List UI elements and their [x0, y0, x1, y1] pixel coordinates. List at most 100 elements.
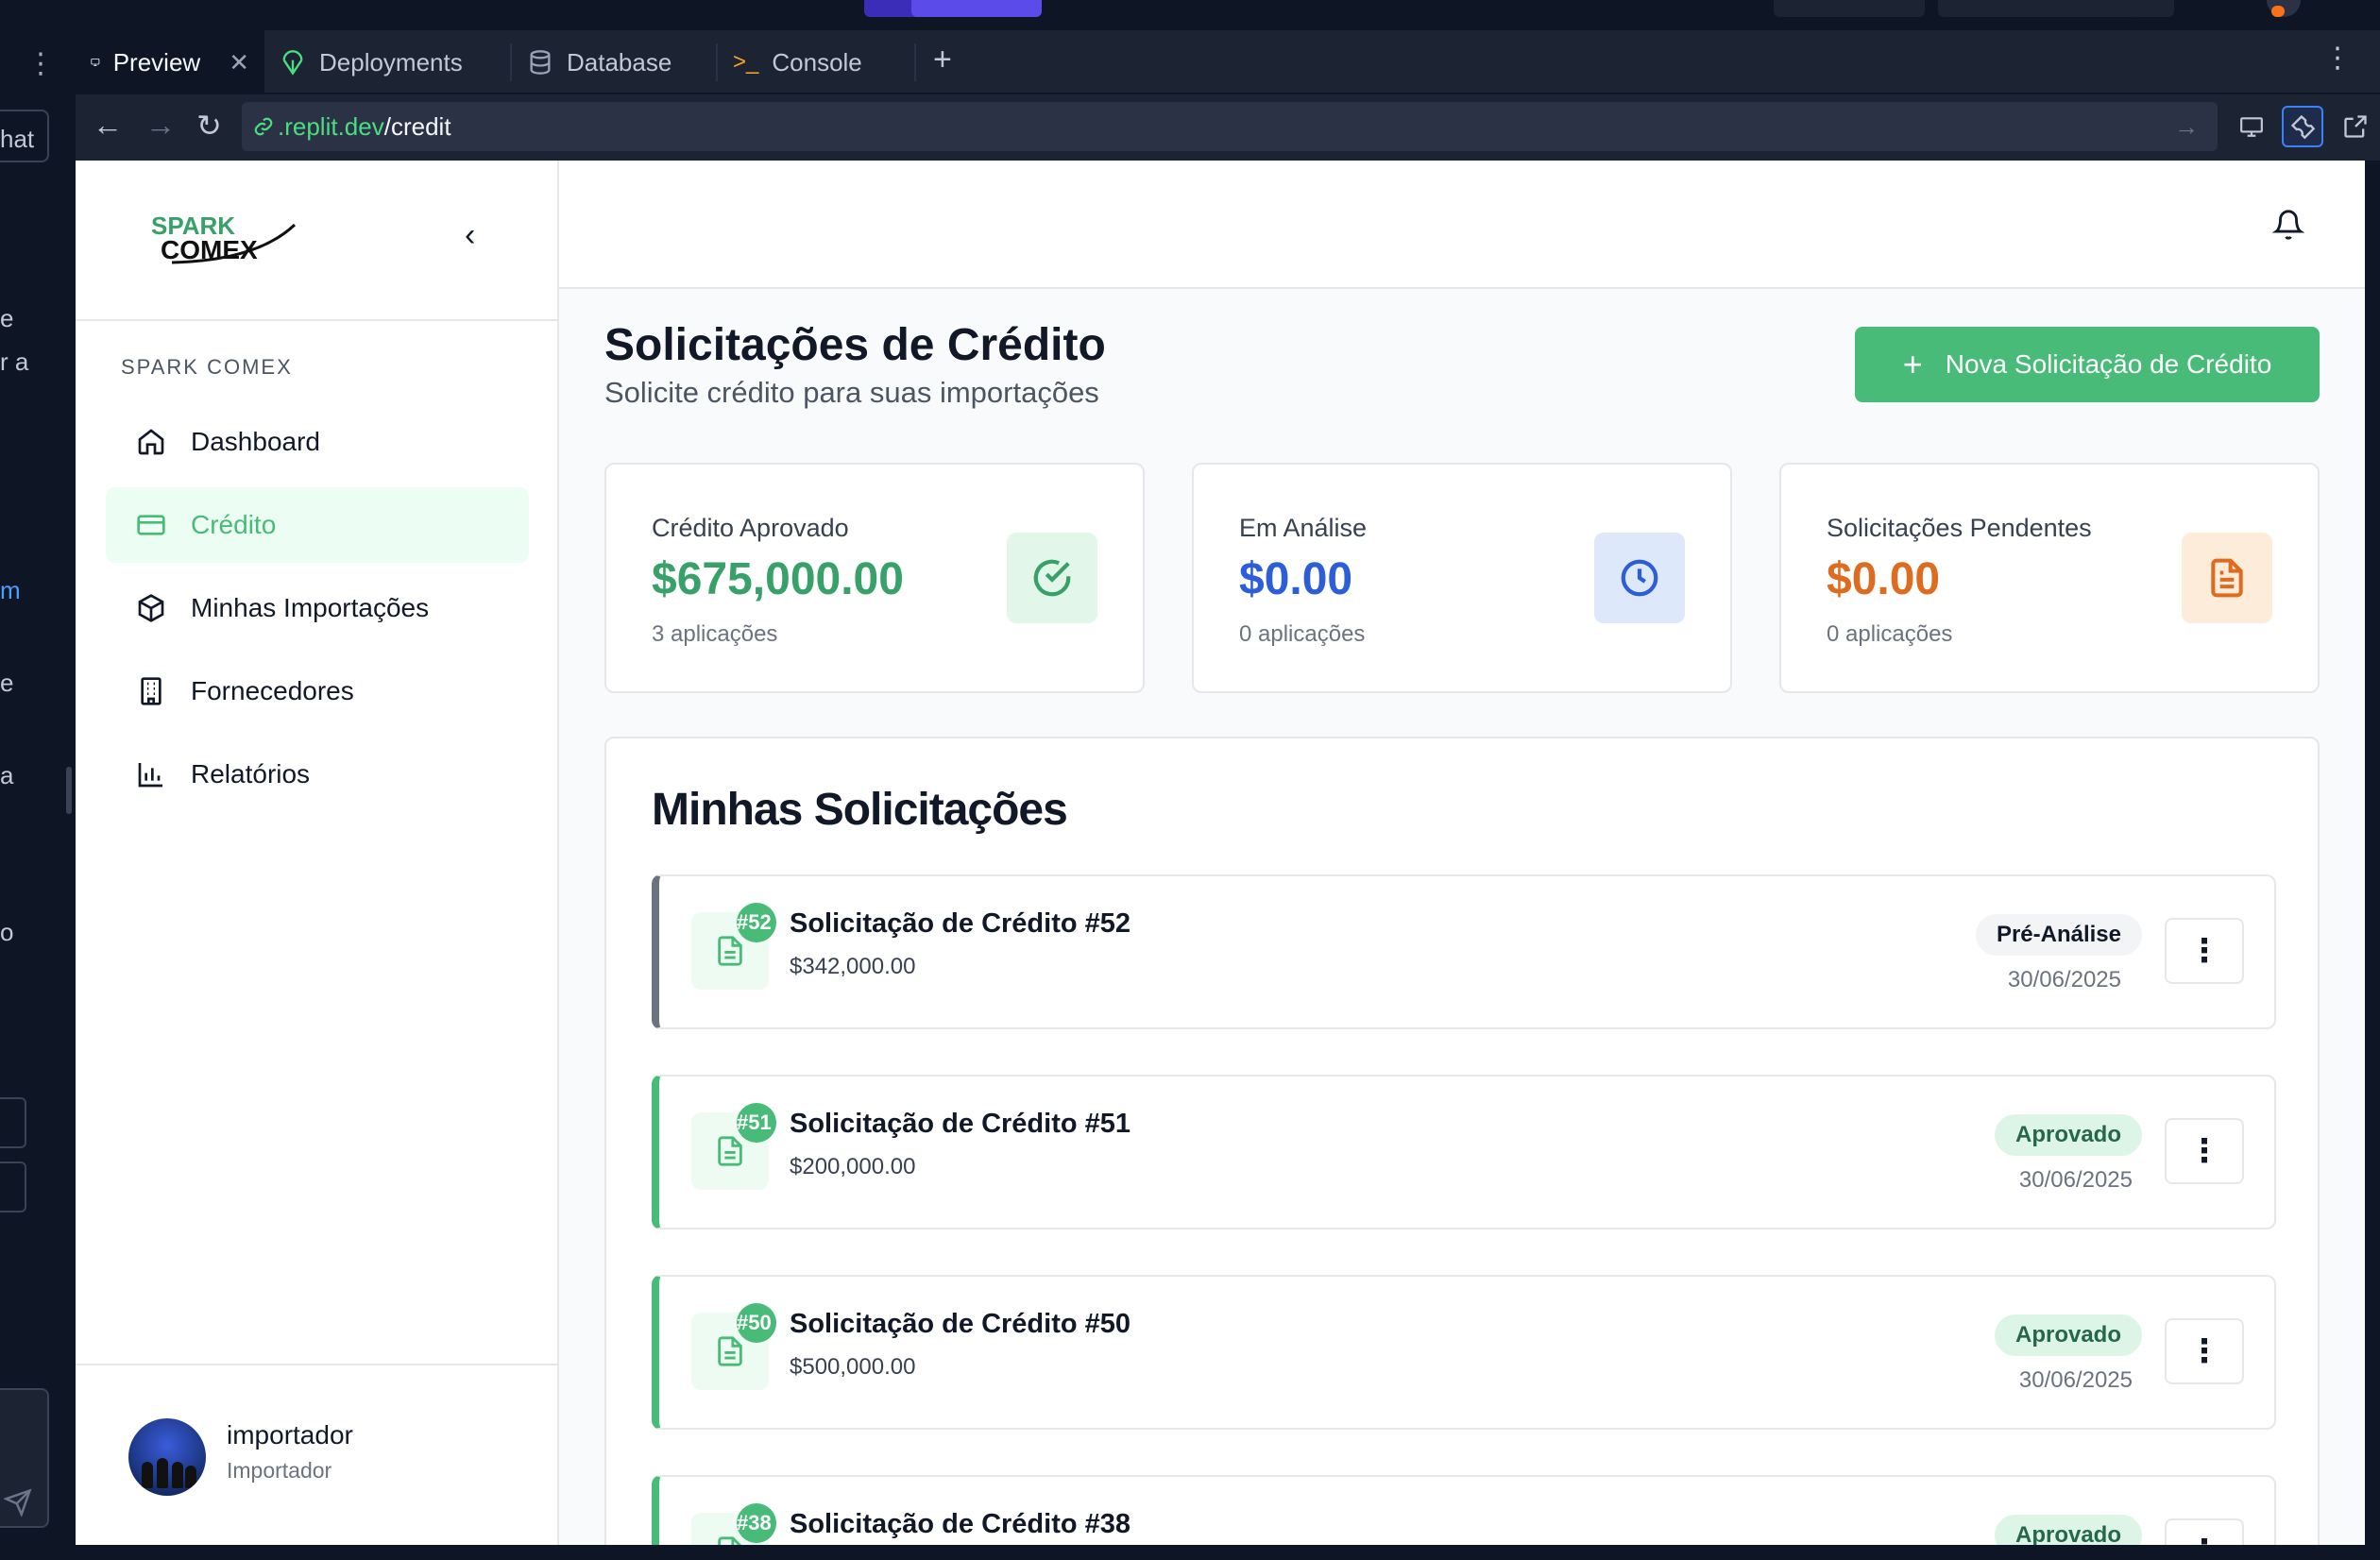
- sidebar: SPARK COMEX ‹ SPARK COMEX Dashboard Créd…: [76, 161, 559, 1545]
- request-title: Solicitação de Crédito #38: [790, 1509, 1131, 1539]
- request-number-badge: #50: [737, 1303, 776, 1343]
- open-new-window-icon[interactable]: [2335, 106, 2376, 147]
- tab-label: Deployments: [319, 47, 463, 76]
- chat-pane-edge: ⋮ hat e r a m e a o: [0, 30, 74, 1560]
- home-icon: [138, 429, 164, 455]
- sidebar-item-label: Fornecedores: [191, 676, 354, 705]
- request-amount: $342,000.00: [790, 954, 916, 979]
- go-arrow-icon[interactable]: →: [2174, 112, 2199, 142]
- chat-input[interactable]: [0, 1388, 49, 1528]
- tab-database[interactable]: Database: [512, 30, 687, 94]
- request-number-badge: #38: [737, 1503, 776, 1543]
- stat-count: 3 aplicações: [652, 621, 778, 647]
- new-credit-request-button[interactable]: + Nova Solicitação de Crédito: [1855, 327, 2320, 402]
- database-icon: [530, 50, 551, 75]
- user-role: Importador: [227, 1458, 332, 1483]
- chat-fragment: a: [0, 761, 14, 789]
- chat-control[interactable]: [0, 1097, 26, 1148]
- send-icon[interactable]: [4, 1488, 32, 1517]
- forward-icon[interactable]: →: [145, 108, 176, 143]
- request-title: Solicitação de Crédito #52: [790, 908, 1131, 939]
- sidebar-section-title: SPARK COMEX: [121, 355, 293, 379]
- close-icon[interactable]: ✕: [229, 48, 249, 77]
- stat-value: $675,000.00: [652, 554, 904, 604]
- request-number-badge: #51: [737, 1103, 776, 1143]
- request-item[interactable]: #50 Solicitação de Crédito #50 $500,000.…: [652, 1275, 2276, 1430]
- request-amount: $200,000.00: [790, 1154, 916, 1179]
- toolbar-control[interactable]: [1938, 0, 2138, 17]
- app-viewport: SPARK COMEX ‹ SPARK COMEX Dashboard Créd…: [76, 161, 2365, 1545]
- tab-deployments[interactable]: Deployments: [264, 30, 478, 94]
- toolbar-control[interactable]: [2131, 0, 2174, 17]
- reload-icon[interactable]: ↻: [196, 108, 222, 144]
- sidebar-item-label: Crédito: [191, 510, 277, 539]
- toolbar-control[interactable]: [1774, 0, 1925, 17]
- sidebar-item-label: Dashboard: [191, 427, 320, 456]
- more-options-button[interactable]: ⋮: [2165, 1118, 2244, 1184]
- request-item[interactable]: #38 Solicitação de Crédito #38 Aprovado …: [652, 1475, 2276, 1545]
- user-name: importador: [227, 1420, 353, 1450]
- chat-tab-button[interactable]: hat: [0, 110, 49, 162]
- pane-resize-handle[interactable]: [66, 767, 72, 814]
- request-date: 30/06/2025: [2018, 1367, 2133, 1393]
- ide-top-strip: [0, 0, 2380, 30]
- request-title: Solicitação de Crédito #51: [790, 1109, 1131, 1139]
- more-options-button[interactable]: ⋮: [2165, 918, 2244, 984]
- avatar[interactable]: [128, 1418, 206, 1496]
- tab-label: Preview: [112, 47, 201, 76]
- package-icon: [138, 594, 164, 622]
- requests-title: Minhas Solicitações: [652, 785, 1068, 835]
- sidebar-item-dashboard[interactable]: Dashboard: [106, 404, 529, 480]
- chat-fragment: hat: [0, 125, 35, 153]
- chat-control[interactable]: [0, 1162, 26, 1212]
- chat-fragment: r a: [0, 348, 29, 376]
- stat-value: $0.00: [1239, 554, 1353, 604]
- url-input[interactable]: .replit.dev/credit →: [242, 102, 2218, 151]
- devtools-wrench-icon[interactable]: [2282, 106, 2323, 147]
- user-profile[interactable]: importador Importador: [76, 1364, 559, 1545]
- stat-count: 0 aplicações: [1239, 621, 1366, 647]
- request-date: 30/06/2025: [2018, 1167, 2133, 1193]
- credit-card-icon: [137, 515, 165, 535]
- url-path: /credit: [383, 111, 451, 141]
- notification-dot: [2271, 6, 2285, 17]
- monitor-icon: [91, 58, 100, 67]
- status-badge: Aprovado: [1994, 1114, 2142, 1156]
- request-item[interactable]: #52 Solicitação de Crédito #52 $342,000.…: [652, 874, 2276, 1029]
- request-item[interactable]: #51 Solicitação de Crédito #51 $200,000.…: [652, 1075, 2276, 1229]
- chat-link-fragment[interactable]: m: [0, 576, 21, 605]
- back-icon[interactable]: ←: [93, 108, 123, 143]
- device-icon[interactable]: [2231, 106, 2272, 147]
- stat-card-in-analysis: Em Análise $0.00 0 aplicações: [1192, 463, 1732, 693]
- check-circle-icon: [1007, 533, 1097, 623]
- sidebar-item-minhas-importacoes[interactable]: Minhas Importações: [106, 570, 529, 646]
- collapse-sidebar-icon[interactable]: ‹: [465, 217, 475, 254]
- tab-preview[interactable]: Preview ✕: [76, 30, 264, 94]
- bell-icon[interactable]: [2272, 208, 2304, 242]
- chat-fragment: o: [0, 918, 14, 946]
- more-options-button[interactable]: ⋮: [2165, 1518, 2244, 1545]
- new-tab-icon[interactable]: +: [933, 42, 952, 78]
- sidebar-item-fornecedores[interactable]: Fornecedores: [106, 653, 529, 729]
- sidebar-item-label: Relatórios: [191, 759, 311, 788]
- tab-label: Console: [772, 47, 862, 76]
- sidebar-item-relatorios[interactable]: Relatórios: [106, 737, 529, 812]
- request-date: 30/06/2025: [2007, 967, 2121, 992]
- more-options-button[interactable]: ⋮: [2165, 1318, 2244, 1384]
- ide-bottom-strip: [76, 1545, 2380, 1560]
- preview-url-bar: ← → ↻ .replit.dev/credit →: [76, 94, 2380, 161]
- stat-label: Crédito Aprovado: [652, 514, 849, 542]
- sidebar-item-credito[interactable]: Crédito: [106, 487, 529, 563]
- link-icon: [254, 117, 273, 136]
- app-header: [559, 161, 2365, 289]
- stat-count: 0 aplicações: [1827, 621, 1953, 647]
- more-icon[interactable]: ⋮: [2323, 42, 2352, 75]
- tab-console[interactable]: >_ Console: [718, 30, 877, 94]
- terminal-icon: >_: [733, 49, 759, 75]
- more-icon[interactable]: ⋮: [26, 47, 55, 80]
- status-badge: Aprovado: [1994, 1515, 2142, 1545]
- request-number-badge: #52: [737, 903, 776, 942]
- stat-label: Solicitações Pendentes: [1827, 514, 2092, 542]
- tab-label: Database: [567, 47, 672, 76]
- stat-card-pending: Solicitações Pendentes $0.00 0 aplicaçõe…: [1779, 463, 2320, 693]
